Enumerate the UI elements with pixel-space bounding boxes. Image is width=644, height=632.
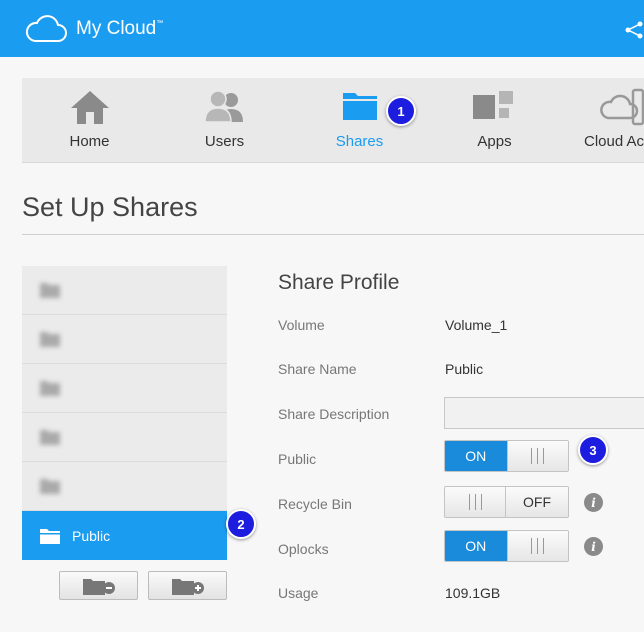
folder-icon bbox=[40, 430, 60, 445]
title-divider bbox=[22, 234, 644, 235]
nav-users[interactable]: Users bbox=[157, 78, 292, 163]
home-icon bbox=[70, 91, 109, 124]
share-name-value: Public bbox=[445, 361, 484, 377]
public-toggle[interactable]: ON bbox=[444, 440, 569, 472]
share-list-item-public[interactable]: Public bbox=[22, 511, 227, 560]
usage-value: 109.1GB bbox=[445, 585, 501, 601]
recycle-bin-label: Recycle Bin bbox=[278, 496, 352, 512]
public-label: Public bbox=[278, 451, 317, 467]
public-toggle-state: ON bbox=[445, 441, 507, 471]
nav-cloud-access[interactable]: Cloud Ac bbox=[562, 78, 644, 163]
recycle-bin-toggle-state: OFF bbox=[506, 487, 568, 517]
toggle-grip bbox=[445, 487, 507, 517]
page-title: Set Up Shares bbox=[22, 192, 198, 222]
nav-shares-label: Shares bbox=[335, 133, 384, 150]
step-badge-2: 2 bbox=[226, 509, 256, 539]
oplocks-info-icon[interactable]: i bbox=[584, 537, 603, 556]
share-profile-title: Share Profile bbox=[278, 271, 400, 294]
folder-icon bbox=[40, 479, 60, 494]
share-description-input[interactable] bbox=[444, 397, 644, 429]
usage-label: Usage bbox=[278, 585, 319, 601]
nav-cloud-access-label: Cloud Ac bbox=[584, 133, 644, 150]
oplocks-label: Oplocks bbox=[278, 541, 329, 557]
step-badge-1: 1 bbox=[386, 96, 416, 126]
oplocks-toggle-state: ON bbox=[445, 531, 507, 561]
logo[interactable]: My Cloud™ bbox=[24, 15, 163, 43]
folder-remove-icon bbox=[82, 578, 115, 595]
toggle-grip bbox=[506, 531, 568, 561]
share-list-item[interactable] bbox=[22, 462, 227, 511]
folder-add-icon bbox=[171, 578, 204, 595]
folder-icon bbox=[40, 283, 60, 298]
toggle-grip bbox=[506, 441, 568, 471]
share-name-label: Share Name bbox=[278, 361, 357, 377]
nav-apps[interactable]: Apps bbox=[427, 78, 562, 163]
share-list-item[interactable] bbox=[22, 364, 227, 413]
remove-share-button[interactable] bbox=[59, 571, 138, 600]
folder-icon bbox=[342, 93, 377, 120]
share-list-item[interactable] bbox=[22, 266, 227, 315]
folder-icon bbox=[40, 332, 60, 347]
share-description-label: Share Description bbox=[278, 406, 390, 422]
recycle-bin-info-icon[interactable]: i bbox=[584, 493, 603, 512]
share-list-item-label: Public bbox=[72, 527, 111, 544]
nav-home[interactable]: Home bbox=[22, 78, 157, 163]
volume-label: Volume bbox=[278, 317, 325, 333]
folder-icon bbox=[40, 528, 60, 544]
share-list: Public bbox=[22, 266, 227, 560]
nav-home-label: Home bbox=[69, 133, 110, 150]
add-share-button[interactable] bbox=[148, 571, 227, 600]
cloud-logo-icon bbox=[26, 15, 67, 42]
nav-users-label: Users bbox=[204, 133, 245, 150]
share-icon[interactable] bbox=[624, 20, 644, 40]
users-icon bbox=[203, 90, 243, 123]
recycle-bin-toggle[interactable]: OFF bbox=[444, 486, 569, 518]
main-nav: Home Users Shares Apps Cloud Ac bbox=[22, 78, 644, 163]
folder-icon bbox=[40, 381, 60, 396]
volume-value: Volume_1 bbox=[445, 317, 508, 333]
share-list-item[interactable] bbox=[22, 315, 227, 364]
app-title: My Cloud™ bbox=[76, 18, 164, 39]
share-list-item[interactable] bbox=[22, 413, 227, 462]
nav-apps-label: Apps bbox=[477, 133, 512, 150]
apps-icon bbox=[472, 91, 513, 119]
cloud-access-icon bbox=[600, 88, 644, 126]
oplocks-toggle[interactable]: ON bbox=[444, 530, 569, 562]
top-bar: My Cloud™ bbox=[0, 0, 644, 57]
step-badge-3: 3 bbox=[578, 435, 608, 465]
